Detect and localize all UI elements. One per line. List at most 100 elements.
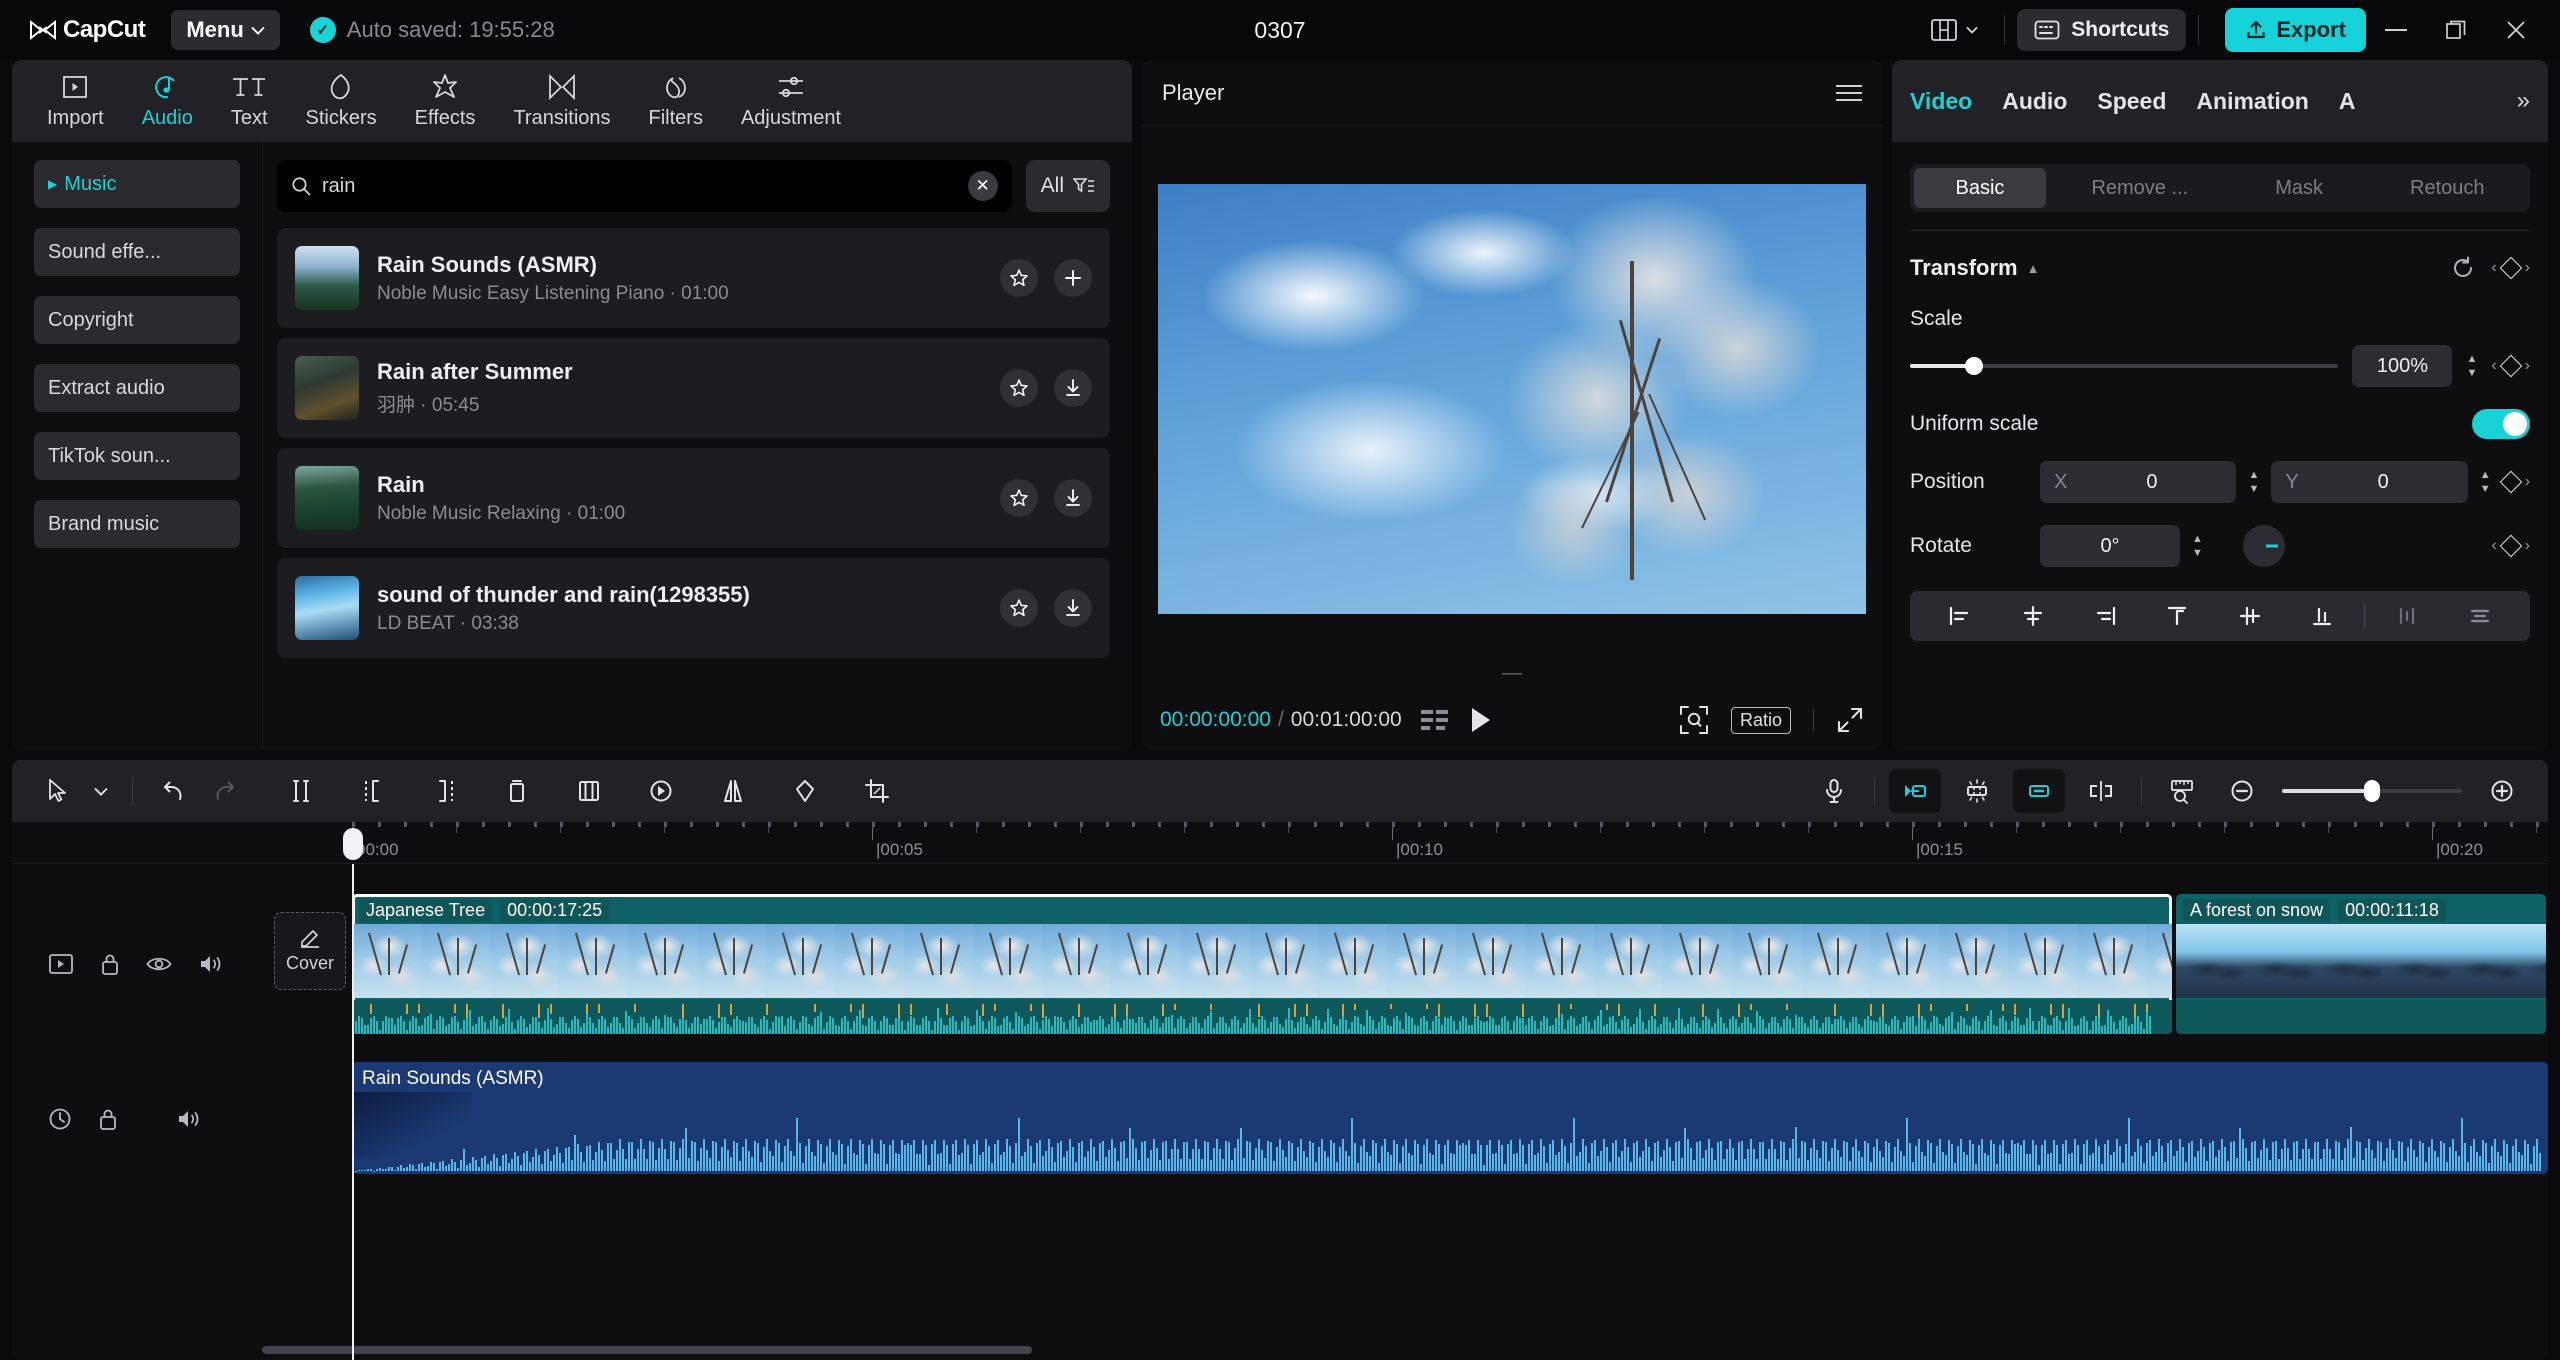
lock-icon[interactable]: [100, 952, 120, 976]
keyframe-next-icon[interactable]: ›: [2525, 259, 2530, 277]
nav-tab-stickers[interactable]: Stickers: [287, 73, 396, 130]
tab-audio[interactable]: Audio: [2002, 88, 2067, 115]
more-tabs-chevron-icon[interactable]: »: [2517, 87, 2530, 115]
scale-stepper[interactable]: ▲▼: [2466, 354, 2477, 379]
maximize-restore-button[interactable]: [2426, 0, 2486, 60]
rotate-stepper[interactable]: ▲▼: [2192, 534, 2203, 559]
eye-visibility-icon[interactable]: [146, 954, 172, 974]
category-item-sound-effects[interactable]: Sound effe...: [34, 228, 240, 276]
keyframe-prev-icon[interactable]: ‹: [2491, 357, 2496, 375]
volume-icon[interactable]: [176, 1108, 202, 1130]
crop-icon[interactable]: [851, 769, 903, 813]
playhead[interactable]: [352, 864, 354, 1360]
nav-tab-adjustment[interactable]: Adjustment: [722, 73, 860, 130]
align-center-vertical-icon[interactable]: [2214, 605, 2286, 627]
uniform-scale-toggle[interactable]: [2472, 409, 2530, 439]
keyframe-next-icon[interactable]: ›: [2525, 473, 2530, 491]
align-left-icon[interactable]: [1924, 605, 1996, 627]
timeline-zoom-slider[interactable]: [2282, 789, 2462, 793]
distribute-horizontal-icon[interactable]: [2371, 605, 2443, 627]
track-item[interactable]: Rain Sounds (ASMR) Noble Music Easy List…: [277, 228, 1110, 328]
keyframe-diamond-icon[interactable]: [2499, 535, 2522, 558]
scale-slider-knob[interactable]: [1965, 357, 1983, 375]
category-item-tiktok-sounds[interactable]: TikTok soun...: [34, 432, 240, 480]
rotate-input[interactable]: 0°: [2040, 525, 2180, 567]
layout-switcher-button[interactable]: [1917, 19, 1992, 41]
download-icon[interactable]: [1054, 369, 1092, 407]
play-button[interactable]: [1468, 706, 1494, 734]
shortcuts-button[interactable]: Shortcuts: [2017, 9, 2186, 51]
track-thumbnail-toggle-icon[interactable]: [48, 953, 74, 975]
keyframe-next-icon[interactable]: ›: [2525, 537, 2530, 555]
minimize-button[interactable]: [2366, 0, 2426, 60]
category-item-music[interactable]: ▶ Music: [34, 160, 240, 208]
rotate-dial[interactable]: [2243, 525, 2285, 567]
zoom-fit-icon[interactable]: [1679, 705, 1709, 735]
track-item[interactable]: Rain Noble Music Relaxing · 01:00: [277, 448, 1110, 548]
align-right-icon[interactable]: [2069, 605, 2141, 627]
export-button[interactable]: Export: [2225, 8, 2366, 52]
clear-search-icon[interactable]: ✕: [968, 171, 998, 201]
keyframe-diamond-icon[interactable]: [2499, 355, 2522, 378]
timeline-clip-video-2[interactable]: A forest on snow 00:00:11:18: [2176, 894, 2546, 1034]
collapse-caret-icon[interactable]: ▲: [2027, 261, 2040, 276]
subtab-retouch[interactable]: Retouch: [2369, 168, 2527, 208]
keyframe-prev-icon[interactable]: ‹: [2491, 259, 2496, 277]
ratio-button[interactable]: Ratio: [1731, 707, 1791, 734]
align-top-icon[interactable]: [2141, 605, 2213, 627]
reset-icon[interactable]: [2451, 256, 2475, 280]
split-marker-icon[interactable]: [2075, 769, 2127, 813]
video-preview[interactable]: [1158, 184, 1866, 614]
nav-tab-filters[interactable]: Filters: [630, 73, 722, 130]
subtab-basic[interactable]: Basic: [1914, 168, 2046, 208]
timeline-clip-audio-1[interactable]: Rain Sounds (ASMR): [352, 1062, 2548, 1174]
filter-button[interactable]: All: [1026, 160, 1110, 212]
timeline-ruler[interactable]: 00:00|00:05|00:10|00:15|00:20: [12, 822, 2548, 864]
cover-button[interactable]: Cover: [274, 912, 346, 990]
align-center-horizontal-icon[interactable]: [1996, 605, 2068, 627]
nav-tab-audio[interactable]: Audio: [123, 73, 212, 130]
track-item[interactable]: Rain after Summer 羽肿 · 05:45: [277, 338, 1110, 438]
freeze-icon[interactable]: [779, 769, 831, 813]
search-input[interactable]: rain: [322, 175, 957, 198]
timeline-horizontal-scrollbar[interactable]: [262, 1346, 2508, 1354]
tab-speed[interactable]: Speed: [2097, 88, 2166, 115]
subtab-remove-bg[interactable]: Remove ...: [2050, 168, 2230, 208]
track-item[interactable]: sound of thunder and rain(1298355) LD BE…: [277, 558, 1110, 658]
mirror-icon[interactable]: [707, 769, 759, 813]
undo-icon[interactable]: [147, 769, 199, 813]
keyframe-prev-icon[interactable]: ‹: [2491, 537, 2496, 555]
frame-list-icon[interactable]: [1420, 708, 1450, 732]
add-to-timeline-icon[interactable]: [1054, 259, 1092, 297]
category-item-copyright[interactable]: Copyright: [34, 296, 240, 344]
tab-animation[interactable]: Animation: [2196, 88, 2308, 115]
download-icon[interactable]: [1054, 479, 1092, 517]
reverse-icon[interactable]: [635, 769, 687, 813]
link-left-icon[interactable]: [1889, 769, 1941, 813]
favorite-star-icon[interactable]: [1000, 589, 1038, 627]
microphone-icon[interactable]: [1808, 769, 1860, 813]
favorite-star-icon[interactable]: [1000, 479, 1038, 517]
player-menu-icon[interactable]: [1836, 85, 1862, 101]
zoom-in-icon[interactable]: [2476, 769, 2528, 813]
link-icon[interactable]: [2013, 769, 2065, 813]
preview-resize-handle[interactable]: —: [1142, 656, 1882, 690]
zoom-out-icon[interactable]: [2216, 769, 2268, 813]
timeline-clip-video-1[interactable]: Japanese Tree 00:00:17:25: [352, 894, 2172, 1034]
redo-icon[interactable]: [199, 769, 251, 813]
playhead-handle[interactable]: [343, 828, 363, 860]
chevron-down-icon[interactable]: [84, 769, 118, 813]
category-item-brand-music[interactable]: Brand music: [34, 500, 240, 548]
tab-adjustment-truncated[interactable]: A: [2339, 88, 2357, 115]
scale-slider[interactable]: [1910, 364, 2338, 368]
category-item-extract-audio[interactable]: Extract audio: [34, 364, 240, 412]
nav-tab-transitions[interactable]: Transitions: [494, 73, 629, 130]
lock-icon[interactable]: [98, 1107, 118, 1131]
scrollbar-thumb[interactable]: [262, 1346, 1032, 1354]
position-y-input[interactable]: Y 0: [2271, 461, 2467, 503]
position-x-stepper[interactable]: ▲▼: [2248, 470, 2259, 495]
scale-value-input[interactable]: 100%: [2352, 345, 2452, 387]
auto-cut-icon[interactable]: [1951, 769, 2003, 813]
trim-right-icon[interactable]: [419, 769, 471, 813]
nav-tab-text[interactable]: Text: [212, 73, 287, 130]
